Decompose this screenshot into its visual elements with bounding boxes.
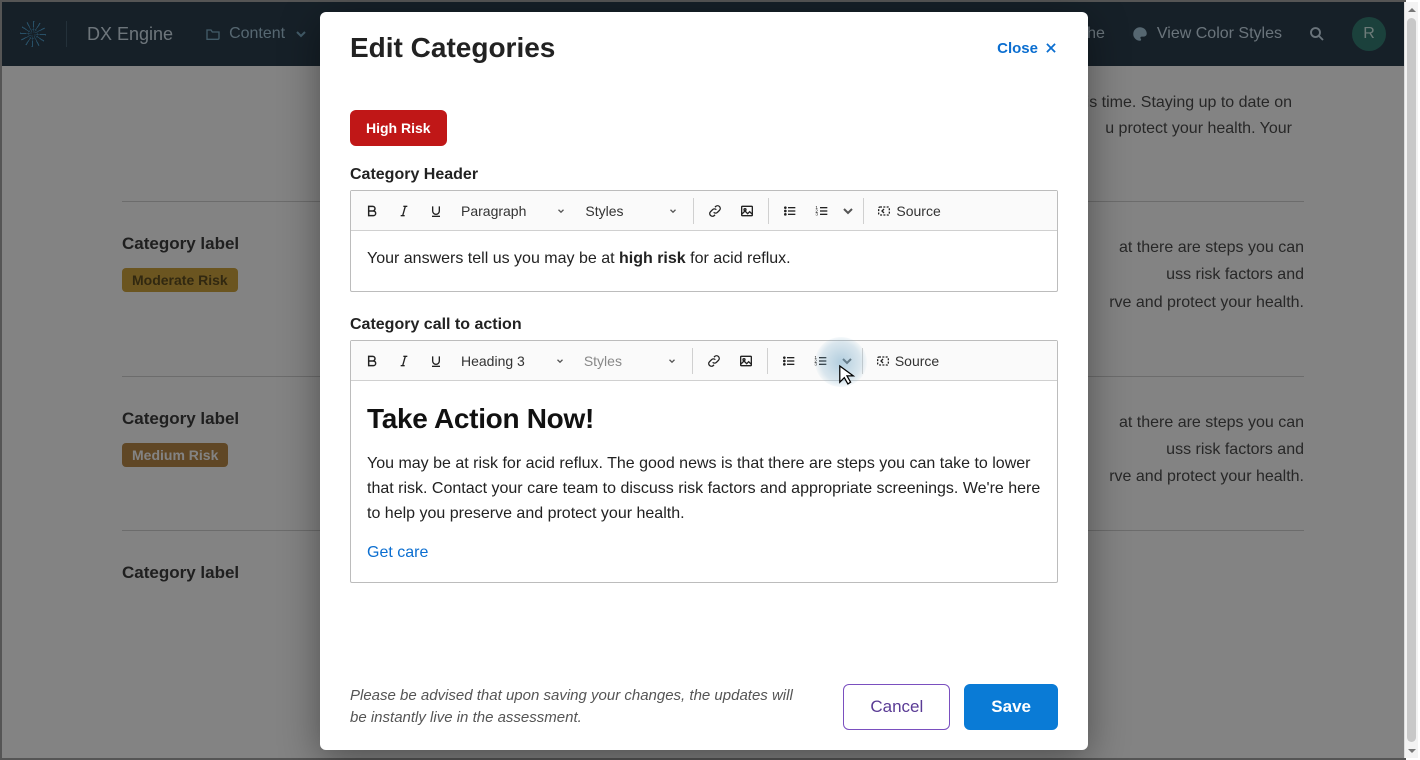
modal-footer: Please be advised that upon saving your … — [320, 670, 1088, 750]
bold-button[interactable] — [357, 346, 387, 376]
numbered-list-button[interactable]: 123 — [807, 196, 837, 226]
link-button[interactable] — [699, 346, 729, 376]
close-label: Close — [997, 40, 1038, 57]
bold-icon — [364, 353, 380, 369]
image-icon — [739, 203, 755, 219]
source-button[interactable]: Source — [870, 203, 946, 219]
cancel-button[interactable]: Cancel — [843, 684, 950, 730]
styles-select[interactable]: Styles — [577, 197, 687, 225]
category-cta-label: Category call to action — [350, 316, 1058, 334]
category-header-content[interactable]: Your answers tell us you may be at high … — [351, 231, 1057, 291]
numbered-list-button[interactable]: 123 — [806, 346, 836, 376]
list-style-dropdown[interactable] — [838, 346, 856, 376]
chevron-down-icon — [840, 203, 856, 219]
source-icon — [875, 353, 891, 369]
close-icon — [1044, 41, 1058, 55]
category-cta-editor: Heading 3 Styles 123 Source — [350, 340, 1058, 583]
link-icon — [706, 353, 722, 369]
svg-text:3: 3 — [814, 361, 817, 366]
bullet-list-button[interactable] — [775, 196, 805, 226]
numbered-list-icon: 123 — [814, 203, 830, 219]
toolbar-divider — [767, 348, 768, 374]
save-advisory: Please be advised that upon saving your … — [350, 685, 829, 730]
block-format-select[interactable]: Paragraph — [453, 197, 575, 225]
chevron-down-icon — [668, 206, 678, 216]
toolbar-divider — [693, 198, 694, 224]
image-icon — [738, 353, 754, 369]
category-header-editor: Paragraph Styles 123 Source — [350, 190, 1058, 292]
modal-title: Edit Categories — [350, 32, 555, 64]
source-button[interactable]: Source — [869, 353, 945, 369]
toolbar-divider — [692, 348, 693, 374]
category-header-label: Category Header — [350, 166, 1058, 184]
editor-toolbar-1: Paragraph Styles 123 Source — [351, 191, 1057, 231]
window-scrollbar[interactable] — [1404, 2, 1418, 758]
bullet-list-button[interactable] — [774, 346, 804, 376]
bullet-list-icon — [782, 203, 798, 219]
bullet-list-icon — [781, 353, 797, 369]
image-button[interactable] — [731, 346, 761, 376]
block-format-select[interactable]: Heading 3 — [453, 347, 574, 375]
image-button[interactable] — [732, 196, 762, 226]
scroll-up-icon[interactable] — [1405, 2, 1418, 16]
close-button[interactable]: Close — [997, 40, 1058, 57]
italic-icon — [396, 203, 412, 219]
chevron-down-icon — [555, 356, 565, 366]
scroll-thumb[interactable] — [1407, 18, 1416, 742]
cta-body-text: You may be at risk for acid reflux. The … — [367, 452, 1041, 526]
list-style-dropdown[interactable] — [839, 196, 857, 226]
editor-toolbar-2: Heading 3 Styles 123 Source — [351, 341, 1057, 381]
save-button[interactable]: Save — [964, 684, 1058, 730]
toolbar-divider — [768, 198, 769, 224]
italic-icon — [396, 353, 412, 369]
chevron-down-icon — [839, 353, 855, 369]
high-risk-badge: High Risk — [350, 110, 447, 146]
bold-button[interactable] — [357, 196, 387, 226]
numbered-list-icon: 123 — [813, 353, 829, 369]
category-cta-content[interactable]: Take Action Now! You may be at risk for … — [351, 381, 1057, 582]
modal-scroll-area[interactable]: High Risk Category Header Paragraph Styl… — [320, 72, 1088, 670]
modal-header: Edit Categories Close — [320, 12, 1088, 72]
link-button[interactable] — [700, 196, 730, 226]
underline-icon — [428, 353, 444, 369]
scroll-down-icon[interactable] — [1405, 744, 1418, 758]
underline-button[interactable] — [421, 346, 451, 376]
chevron-down-icon — [556, 206, 566, 216]
underline-button[interactable] — [421, 196, 451, 226]
bold-icon — [364, 203, 380, 219]
toolbar-divider — [862, 348, 863, 374]
get-care-link[interactable]: Get care — [367, 544, 428, 561]
toolbar-divider — [863, 198, 864, 224]
svg-text:3: 3 — [816, 211, 819, 216]
modal-overlay: Edit Categories Close High Risk Category… — [2, 2, 1406, 758]
italic-button[interactable] — [389, 196, 419, 226]
styles-select[interactable]: Styles — [576, 347, 686, 375]
source-icon — [876, 203, 892, 219]
chevron-down-icon — [667, 356, 677, 366]
cta-heading: Take Action Now! — [367, 397, 1041, 440]
italic-button[interactable] — [389, 346, 419, 376]
link-icon — [707, 203, 723, 219]
underline-icon — [428, 203, 444, 219]
edit-categories-modal: Edit Categories Close High Risk Category… — [320, 12, 1088, 750]
